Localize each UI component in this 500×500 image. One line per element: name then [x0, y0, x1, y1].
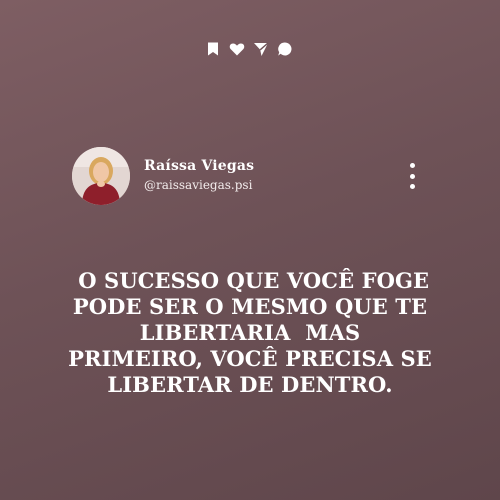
post-header: Raíssa Viegas @raissaviegas.psi [72, 147, 428, 205]
quote-line: PODE SER O MESMO QUE TE [72, 294, 428, 319]
quote-line: LIBERTARIA MAS [139, 320, 361, 345]
post-actions-bar [204, 40, 294, 58]
quote-line: LIBERTAR DE DENTRO. [107, 372, 393, 397]
dot [409, 163, 415, 168]
post-quote: O SUCESSO QUE VOCÊ FOGE PODE SER O MESMO… [50, 268, 450, 398]
more-vertical-icon[interactable] [406, 163, 418, 189]
author-name[interactable]: Raíssa Viegas [144, 157, 254, 175]
quote-line: O SUCESSO QUE VOCÊ FOGE [70, 268, 430, 293]
dot [409, 173, 415, 179]
heart-icon[interactable] [228, 40, 246, 58]
dot [409, 184, 415, 189]
send-icon[interactable] [252, 40, 270, 58]
author-info: Raíssa Viegas @raissaviegas.psi [144, 157, 254, 193]
bookmark-icon[interactable] [204, 40, 222, 58]
comment-icon[interactable] [276, 40, 294, 58]
author-handle[interactable]: @raissaviegas.psi [144, 177, 254, 193]
quote-line: PRIMEIRO, VOCÊ PRECISA SE [68, 346, 432, 371]
avatar[interactable] [72, 147, 130, 205]
